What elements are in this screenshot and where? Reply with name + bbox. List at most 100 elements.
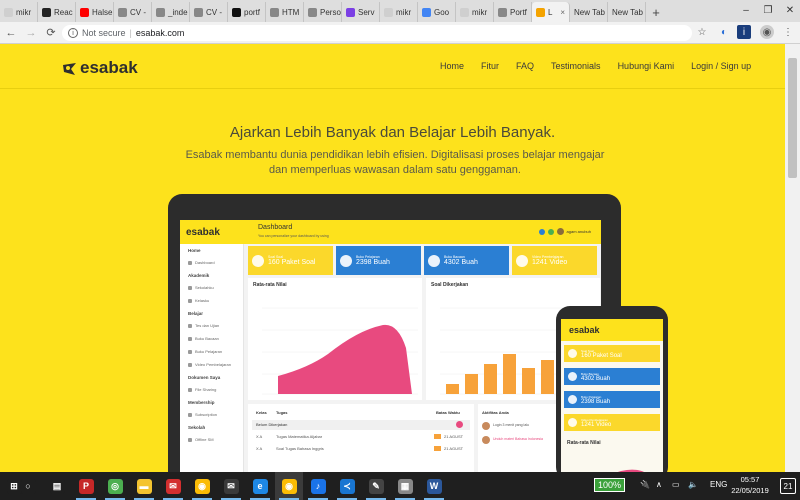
browser-tab[interactable]: mikr <box>380 2 418 22</box>
taskbar-word-button[interactable]: W <box>420 472 448 500</box>
page-scrollbar[interactable] <box>785 44 800 472</box>
notification-center-button[interactable]: 21 <box>780 478 796 494</box>
taskbar-vscode-button[interactable]: ≺ <box>333 472 361 500</box>
activity-avatar <box>482 436 490 444</box>
taskbar-task-view-button[interactable]: ▤ <box>43 472 71 500</box>
scrollbar-thumb[interactable] <box>788 58 797 178</box>
sidebar-item[interactable]: Sekolahku <box>188 285 214 290</box>
extension-i-icon[interactable]: i <box>737 25 751 39</box>
sidebar-section: Dokumen Saya <box>188 375 220 380</box>
menu-icon[interactable]: ⋮ <box>781 25 795 39</box>
browser-tab[interactable]: Serv <box>342 2 380 22</box>
info-icon[interactable]: i <box>68 28 78 38</box>
sidebar-label: Dashboard <box>195 260 215 265</box>
taskbar-clock[interactable]: 05:57 22/05/2019 <box>728 474 772 496</box>
table-row[interactable]: X A Tugas Matematika Aljabar 21 AGUST <box>256 434 470 442</box>
tab-label: Goo <box>434 7 450 17</box>
address-bar[interactable]: i Not secure | esabak.com <box>62 25 692 41</box>
sidebar-item[interactable]: Dashboard <box>188 260 215 265</box>
taskbar-mail-button[interactable]: ✉ <box>217 472 245 500</box>
chrome-alt-icon: ◎ <box>107 478 123 494</box>
sidebar-item[interactable]: Buku Bacaan <box>188 336 219 341</box>
browser-tab[interactable]: Goo <box>418 2 456 22</box>
back-button[interactable]: ← <box>2 24 20 42</box>
browser-tab[interactable]: L × <box>532 2 570 22</box>
sidebar-item[interactable]: Tes dan Ujian <box>188 323 219 328</box>
network-icon[interactable]: ▭ <box>672 480 680 489</box>
phone-stat-card[interactable]: Buku Pelajaran 2398 Buah <box>564 391 660 408</box>
sidebar-item[interactable]: Buku Pelajaran <box>188 349 222 354</box>
taskbar-pdf-button[interactable]: P <box>72 472 100 500</box>
taskbar-search-button[interactable]: ○ <box>14 472 42 500</box>
reload-button[interactable]: ⟳ <box>42 24 60 42</box>
volume-icon[interactable]: 🔈 <box>688 480 698 489</box>
browser-tab[interactable]: Reac <box>38 2 76 22</box>
taskbar-edge-button[interactable]: e <box>246 472 274 500</box>
sidebar-item[interactable]: Kelasku <box>188 298 209 303</box>
tab-favicon-icon <box>536 7 545 17</box>
sidebar-item[interactable]: File Sharing <box>188 387 216 392</box>
power-icon[interactable]: 🔌 <box>640 480 650 489</box>
stat-card[interactable]: Buku Bacaan 4302 Buah <box>424 246 509 275</box>
language-indicator[interactable]: ENG <box>710 480 727 489</box>
stat-card[interactable]: Video Pembelajaran 1241 Video <box>512 246 597 275</box>
site-logo[interactable]: esabak <box>62 58 138 78</box>
stat-card[interactable]: Soal Soal 160 Paket Soal <box>248 246 333 275</box>
dashboard-topbar: Dashboard You can personalize your dashb… <box>244 220 601 244</box>
maximize-button[interactable]: ❐ <box>757 0 779 20</box>
tab-favicon-icon <box>308 7 317 17</box>
assignments-table: Kelas Tugas Batas Waktu Belum Dikerjakan… <box>248 404 474 472</box>
nav-testimonials[interactable]: Testimonials <box>551 61 601 71</box>
nav-fitur[interactable]: Fitur <box>481 61 499 71</box>
browser-tab[interactable]: portf <box>228 2 266 22</box>
taskbar-chrome-active-button[interactable]: ◉ <box>275 472 303 500</box>
nav-login-signup[interactable]: Login / Sign up <box>691 61 751 71</box>
browser-tab[interactable]: Halse <box>76 2 114 22</box>
bookmark-star-icon[interactable]: ☆ <box>695 25 709 39</box>
profile-avatar[interactable]: ◉ <box>760 25 774 39</box>
table-row[interactable]: X A Soal Tugas Bahasa Inggris 21 AGUST <box>256 446 470 454</box>
minimize-button[interactable]: – <box>735 0 757 20</box>
browser-tab-strip: mikr Reac Halse CV - _inde CV - portf HTM Perso S… <box>0 0 800 22</box>
tab-favicon-icon <box>422 7 431 17</box>
taskbar-notes-button[interactable]: ▦ <box>391 472 419 500</box>
tray-chevron-icon[interactable]: ∧ <box>656 480 662 489</box>
tab-label: Perso <box>320 7 341 17</box>
forward-button[interactable]: → <box>22 24 40 42</box>
battery-indicator[interactable]: 100% <box>594 478 626 492</box>
taskbar-mail-red-button[interactable]: ✉ <box>159 472 187 500</box>
taskbar-chrome-alt-button[interactable]: ◎ <box>101 472 129 500</box>
phone-stat-card[interactable]: Soal Soal 160 Paket Soal <box>564 345 660 362</box>
browser-tab[interactable]: New Tab <box>608 2 646 22</box>
browser-tab[interactable]: mikr <box>456 2 494 22</box>
taskbar-photos-button[interactable]: ✎ <box>362 472 390 500</box>
clock-time: 05:57 <box>740 475 760 484</box>
nav-home[interactable]: Home <box>440 61 464 71</box>
stat-card[interactable]: Buku Pelajaran 2398 Buah <box>336 246 421 275</box>
sidebar-item[interactable]: Offline SM <box>188 437 214 442</box>
close-tab-icon[interactable]: × <box>560 8 565 17</box>
new-tab-button[interactable]: + <box>646 2 666 22</box>
nav-hubungi-kami[interactable]: Hubungi Kami <box>618 61 675 71</box>
taskbar-music-button[interactable]: ♪ <box>304 472 332 500</box>
row-tugas: Soal Tugas Bahasa Inggris <box>276 446 324 451</box>
sidebar-item[interactable]: Subscription <box>188 412 217 417</box>
browser-tab[interactable]: CV - <box>190 2 228 22</box>
browser-tab[interactable]: CV - <box>114 2 152 22</box>
browser-tab[interactable]: mikr <box>0 2 38 22</box>
close-window-button[interactable]: ✕ <box>779 0 800 20</box>
taskbar-files-button[interactable]: ▬ <box>130 472 158 500</box>
phone-card-icon <box>568 418 577 427</box>
browser-tab[interactable]: Portf <box>494 2 532 22</box>
stat-card-icon <box>340 254 352 267</box>
nav-faq[interactable]: FAQ <box>516 61 534 71</box>
taskbar-chrome-button[interactable]: ◉ <box>188 472 216 500</box>
extension-icon[interactable]: ◐ <box>717 25 731 39</box>
browser-tab[interactable]: HTM <box>266 2 304 22</box>
browser-tab[interactable]: _inde <box>152 2 190 22</box>
phone-stat-card[interactable]: Video Pembelajaran 1241 Video <box>564 414 660 431</box>
browser-tab[interactable]: New Tab <box>570 2 608 22</box>
sidebar-item[interactable]: Video Pembelajaran <box>188 362 231 367</box>
phone-stat-card[interactable]: Buku Bacaan 4302 Buah <box>564 368 660 385</box>
browser-tab[interactable]: Perso <box>304 2 342 22</box>
